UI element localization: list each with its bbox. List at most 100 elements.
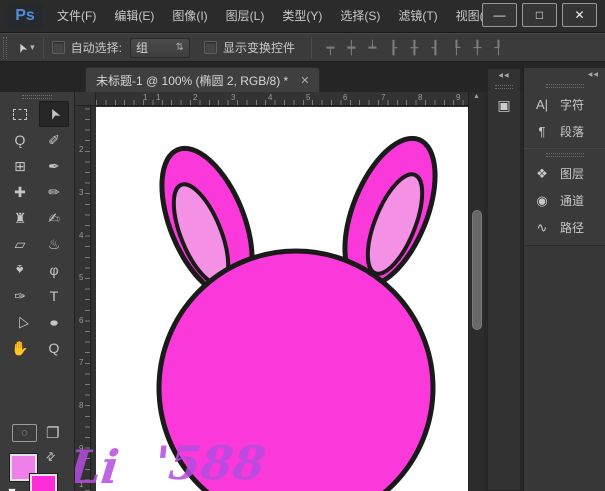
show-transform-checkbox[interactable] [204,41,217,54]
channels-panel-button[interactable]: ◉ 通道 [524,187,605,214]
menu-items: 文件(F)编辑(E)图像(I)图层(L)类型(Y)选择(S)滤镜(T)视图(V) [48,0,505,32]
toolbox: ➤Ǫ✐⊞✒✚✏♜✍▱♨♠φ✑T▷●✋Q ⇄ ◌ ❐ [0,92,75,491]
history-brush-tool[interactable]: ✍ [39,205,69,231]
current-tool-button[interactable]: ➤ ▾ [17,41,35,55]
menu-item[interactable]: 图像(I) [163,0,216,32]
vertical-ruler: 2345678910 [75,106,91,491]
maximize-button[interactable]: □ [522,3,557,27]
separator [311,37,312,59]
close-button[interactable]: ✕ [562,3,597,27]
align-right-edges-icon[interactable]: ┨ [425,38,446,58]
screen-mode-button[interactable]: ❐ [46,424,59,442]
brush-tool[interactable]: ✏ [39,179,69,205]
spinner-icon: ⇅ [176,42,184,53]
minimize-button[interactable]: — [482,3,517,27]
distribute-bottom-edges-icon[interactable]: ┦ [488,38,509,58]
clone-stamp-tool[interactable]: ♜ [5,205,35,231]
quick-mask-button[interactable]: ◌ [12,424,37,442]
panel-icon: ¶ [533,124,551,139]
collapse-panel-icon[interactable]: ◀◀ [588,71,599,78]
panel-icon: ◉ [533,193,551,209]
eraser-tool[interactable]: ▱ [5,231,35,257]
hand-tool[interactable]: ✋ [5,335,35,361]
path-selection-tool[interactable]: ▷ [5,309,35,335]
paint-bucket-tool[interactable]: ♨ [39,231,69,257]
text-panel-group: A| 字符 ¶ 段落 [524,91,605,145]
canvas-page[interactable] [96,107,468,491]
move-tool-icon: ➤ [14,40,31,55]
rabbit-drawing [96,107,468,491]
vertical-scrollbar[interactable]: ▲ [468,92,484,491]
pen-tool[interactable]: ✑ [5,283,35,309]
menu-item[interactable]: 图层(L) [217,0,274,32]
blur-tool[interactable]: ♠ [5,257,35,283]
menu-item[interactable]: 选择(S) [331,0,389,32]
panel-gripper[interactable] [546,153,584,157]
toolbox-gripper[interactable] [22,95,52,99]
distribute-top-edges-icon[interactable]: ┞ [446,38,467,58]
align-left-edges-icon[interactable]: ┠ [383,38,404,58]
menu-item[interactable]: 滤镜(T) [389,0,446,32]
menu-item[interactable]: 编辑(E) [105,0,163,32]
ruler-corner [75,92,96,106]
horizontal-ruler: 1123456789 [96,92,468,106]
document-tab-title: 未标题-1 @ 100% (椭圆 2, RGB/8) * [96,72,288,89]
collapsed-panel-button[interactable]: ▣ [491,93,517,117]
empty-panel-area [524,245,605,491]
document-tab[interactable]: 未标题-1 @ 100% (椭圆 2, RGB/8) * ✕ [85,67,320,92]
panel-label: 路径 [560,219,584,236]
collapse-panel-icon[interactable]: ◀◀ [498,72,509,79]
divider [524,148,605,149]
dodge-tool[interactable]: φ [39,257,69,283]
character-panel-button[interactable]: A| 字符 [524,91,605,118]
canvas-area: 1123456789 2345678910 Li '588 ▲ [75,92,484,491]
crop-tool[interactable]: ⊞ [5,153,35,179]
options-bar-gripper[interactable] [3,37,7,59]
paragraph-panel-button[interactable]: ¶ 段落 [524,118,605,145]
align-top-edges-icon[interactable]: ┯ [320,38,341,58]
rectangular-marquee-tool[interactable] [5,101,35,127]
lasso-tool[interactable]: Ǫ [5,127,35,153]
auto-select-target-value: 组 [136,39,148,56]
panel-gripper[interactable] [495,85,513,89]
menu-item[interactable]: 文件(F) [48,0,105,32]
scrollbar-thumb[interactable] [472,210,482,330]
color-swatches: ⇄ [0,450,75,491]
panel-gripper[interactable] [546,84,584,88]
type-tool[interactable]: T [39,283,69,309]
background-color-swatch[interactable] [30,474,57,491]
window-button-glyph: □ [536,8,543,22]
align-horizontal-centers-icon[interactable]: ╂ [404,38,425,58]
quick-mask-icon: ◌ [21,427,28,439]
align-buttons: ┯┿┷┠╂┨┞╀┦ [320,38,509,58]
separator [43,37,44,59]
options-bar: ➤ ▾ 自动选择: 组 ⇅ 显示变换控件 ┯┿┷┠╂┨┞╀┦ [0,33,605,62]
distribute-vertical-centers-icon[interactable]: ╀ [467,38,488,58]
menu-bar: Ps 文件(F)编辑(E)图像(I)图层(L)类型(Y)选择(S)滤镜(T)视图… [0,0,605,33]
panel-icon: A| [533,97,551,112]
panel-icon: ∿ [533,220,551,236]
ellipse-tool[interactable]: ● [39,309,69,335]
quick-selection-tool[interactable]: ✐ [39,127,69,153]
screen-mode-icon: ❐ [46,425,59,442]
align-vertical-centers-icon[interactable]: ┿ [341,38,362,58]
auto-select-checkbox[interactable] [52,41,65,54]
align-bottom-edges-icon[interactable]: ┷ [362,38,383,58]
swap-colors-icon[interactable]: ⇄ [43,449,59,465]
move-tool[interactable]: ➤ [39,101,69,127]
close-icon[interactable]: ✕ [300,74,309,87]
spot-healing-brush-tool[interactable]: ✚ [5,179,35,205]
layers-panel-group: ❖ 图层 ◉ 通道 ∿ 路径 [524,160,605,241]
eyedropper-tool[interactable]: ✒ [39,153,69,179]
paths-panel-button[interactable]: ∿ 路径 [524,214,605,241]
scroll-up-icon[interactable]: ▲ [469,93,484,100]
menu-item[interactable]: 类型(Y) [273,0,331,32]
window-button-glyph: — [494,8,506,22]
zoom-tool[interactable]: Q [39,335,69,361]
auto-select-target-dropdown[interactable]: 组 ⇅ [130,38,190,58]
chevron-down-icon: ▾ [30,42,35,53]
auto-select-label: 自动选择: [71,39,122,56]
window-button-glyph: ✕ [574,8,584,22]
photoshop-window: Ps 文件(F)编辑(E)图像(I)图层(L)类型(Y)选择(S)滤镜(T)视图… [0,0,605,491]
layers-panel-button[interactable]: ❖ 图层 [524,160,605,187]
